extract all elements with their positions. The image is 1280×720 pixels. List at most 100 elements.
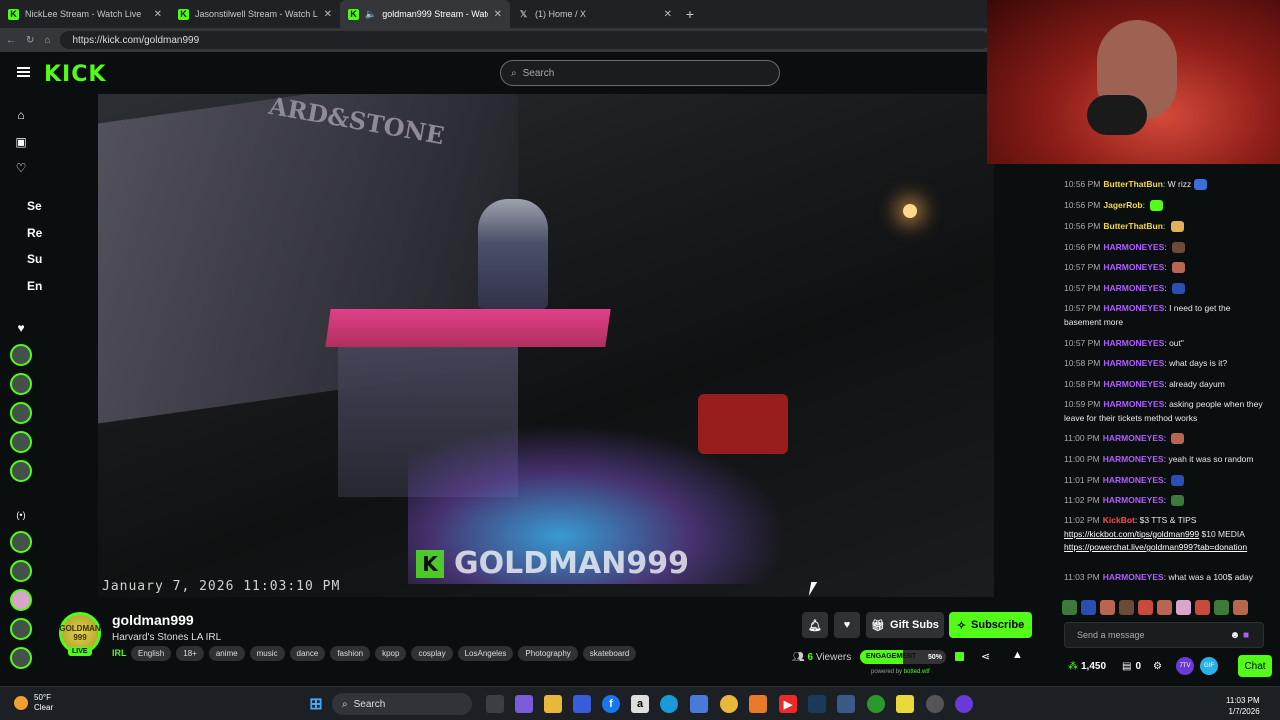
reload-icon[interactable]: ↻ — [26, 35, 34, 46]
category-link[interactable]: IRL — [112, 648, 127, 658]
chat-username[interactable]: HARMONEYES — [1103, 262, 1164, 272]
speaker-icon[interactable]: 🔈 — [365, 9, 376, 20]
home-icon[interactable]: ⌂ — [44, 35, 50, 46]
channel-name[interactable]: goldman999 — [112, 612, 194, 628]
chat-username[interactable]: HARMONEYES — [1103, 475, 1164, 485]
file-explorer-icon[interactable] — [544, 695, 562, 713]
tag-chip[interactable]: Photography — [518, 646, 578, 661]
chat-send-button[interactable]: Chat — [1238, 655, 1272, 677]
new-tab-button[interactable]: + — [680, 6, 700, 22]
chat-username[interactable]: JagerRob — [1103, 200, 1142, 210]
chat-username[interactable]: HARMONEYES — [1103, 433, 1164, 443]
chat-link[interactable]: https://powerchat.live/goldman999?tab=do… — [1064, 542, 1247, 552]
facebook-icon[interactable]: f — [602, 695, 620, 713]
emote-icon[interactable] — [1157, 600, 1172, 615]
url-field[interactable]: https://kick.com/goldman999 — [60, 31, 990, 49]
browser-tab[interactable]: K NickLee Stream - Watch Live ✕ — [0, 0, 170, 28]
emote-icon[interactable] — [1214, 600, 1229, 615]
chat-username[interactable]: HARMONEYES — [1103, 454, 1164, 464]
browser-tab-active[interactable]: K 🔈 goldman999 Stream - Watch L ✕ — [340, 0, 510, 28]
recommended-channel-avatar[interactable] — [10, 531, 32, 553]
chrome-icon[interactable] — [720, 695, 738, 713]
chat-username[interactable]: HARMONEYES — [1103, 283, 1164, 293]
emote-icon[interactable] — [1233, 600, 1248, 615]
followed-channel-avatar[interactable] — [10, 373, 32, 395]
chat-username[interactable]: HARMONEYES — [1103, 303, 1164, 313]
sidebar-item[interactable]: En — [27, 279, 42, 293]
followed-channel-avatar[interactable] — [10, 431, 32, 453]
system-clock[interactable]: 11:03 PM 1/7/2026 — [1226, 695, 1260, 717]
emote-icon[interactable] — [1176, 600, 1191, 615]
emoji-icon[interactable]: ☻ ■ — [1230, 630, 1249, 641]
tag-chip[interactable]: anime — [208, 646, 245, 661]
vlc-icon[interactable] — [749, 695, 767, 713]
tag-chip[interactable]: fashion — [330, 646, 371, 661]
chat-username[interactable]: ButterThatBun — [1103, 179, 1163, 189]
channel-points[interactable]: 1,450 — [1081, 661, 1106, 672]
chat-username[interactable]: HARMONEYES — [1103, 495, 1164, 505]
powered-brand[interactable]: botted.wtf — [904, 669, 930, 675]
tag-chip[interactable]: English — [131, 646, 172, 661]
app-icon[interactable] — [955, 695, 973, 713]
followed-channel-avatar[interactable] — [10, 460, 32, 482]
search-input[interactable]: ⌕ Search — [500, 60, 780, 86]
close-icon[interactable]: ✕ — [154, 9, 162, 20]
tag-chip[interactable]: kpop — [375, 646, 407, 661]
gif-icon[interactable]: GIF — [1200, 657, 1219, 675]
emote-icon[interactable] — [1195, 600, 1210, 615]
emote-icon[interactable] — [1100, 600, 1115, 615]
emote-icon[interactable] — [1138, 600, 1153, 615]
chat-username[interactable]: HARMONEYES — [1103, 358, 1164, 368]
chat-username[interactable]: HARMONEYES — [1103, 338, 1164, 348]
video-player[interactable]: ARD&STONE K GOLDMAN999 January 7, 2026 11… — [98, 94, 994, 597]
steam-icon[interactable] — [808, 695, 826, 713]
home-icon[interactable]: ⌂ — [14, 108, 28, 122]
clip-icon[interactable] — [955, 652, 964, 661]
chat-username[interactable]: HARMONEYES — [1103, 572, 1164, 582]
xbox-icon[interactable] — [867, 695, 885, 713]
chat-username[interactable]: HARMONEYES — [1103, 399, 1164, 409]
youtube-icon[interactable]: ▶ — [779, 695, 797, 713]
followed-channel-avatar[interactable] — [10, 344, 32, 366]
sidebar-item[interactable]: Re — [27, 226, 42, 240]
amazon-icon[interactable]: a — [631, 695, 649, 713]
copilot-icon[interactable] — [515, 695, 533, 713]
browse-icon[interactable]: ▣ — [14, 135, 28, 149]
subscribe-button[interactable]: ✧ Subscribe — [949, 612, 1032, 638]
settings-gear-icon[interactable]: ⚙ — [1153, 661, 1162, 672]
chat-username[interactable]: ButterThatBun — [1103, 221, 1163, 231]
7tv-icon[interactable]: 7TV — [1176, 657, 1195, 675]
tag-chip[interactable]: 18+ — [176, 646, 204, 661]
emote-icon[interactable] — [1062, 600, 1077, 615]
browser-tab[interactable]: K Jasonstilwell Stream - Watch L ✕ — [170, 0, 340, 28]
task-view-icon[interactable] — [486, 695, 504, 713]
chat-username[interactable]: HARMONEYES — [1103, 242, 1164, 252]
tag-chip[interactable]: music — [249, 646, 285, 661]
emote-icon[interactable] — [1119, 600, 1134, 615]
tag-chip[interactable]: dance — [289, 646, 326, 661]
windows-start-icon[interactable]: ⊞ — [307, 695, 325, 713]
chat-username[interactable]: KickBot — [1103, 515, 1135, 525]
tag-chip[interactable]: LosAngeles — [457, 646, 514, 661]
edge-icon[interactable] — [660, 695, 678, 713]
close-icon[interactable]: ✕ — [494, 9, 502, 20]
tag-chip[interactable]: cosplay — [411, 646, 453, 661]
chat-username[interactable]: HARMONEYES — [1103, 379, 1164, 389]
close-icon[interactable]: ✕ — [664, 9, 672, 20]
recommended-channel-avatar[interactable] — [10, 589, 32, 611]
notes-icon[interactable] — [896, 695, 914, 713]
browser-tab[interactable]: 𝕏 (1) Home / X ✕ — [510, 0, 680, 28]
app-icon[interactable] — [837, 695, 855, 713]
menu-icon[interactable] — [17, 67, 30, 77]
chat-input[interactable]: Send a message ☻ ■ — [1064, 622, 1264, 648]
store-icon[interactable] — [573, 695, 591, 713]
chat-link[interactable]: https://kickbot.com/tips/goldman999 — [1064, 529, 1199, 539]
close-icon[interactable]: ✕ — [324, 9, 332, 20]
notification-bell-button[interactable]: 🔔︎ — [802, 612, 828, 638]
kick-logo[interactable]: KICK — [44, 62, 106, 87]
followed-channel-avatar[interactable] — [10, 402, 32, 424]
gift-subs-button[interactable]: 🎁︎ Gift Subs — [866, 612, 944, 638]
weather-widget[interactable]: 50°F Clear — [14, 693, 53, 713]
emote-icon[interactable] — [1081, 600, 1096, 615]
following-heart-icon[interactable]: ♡ — [14, 161, 28, 175]
